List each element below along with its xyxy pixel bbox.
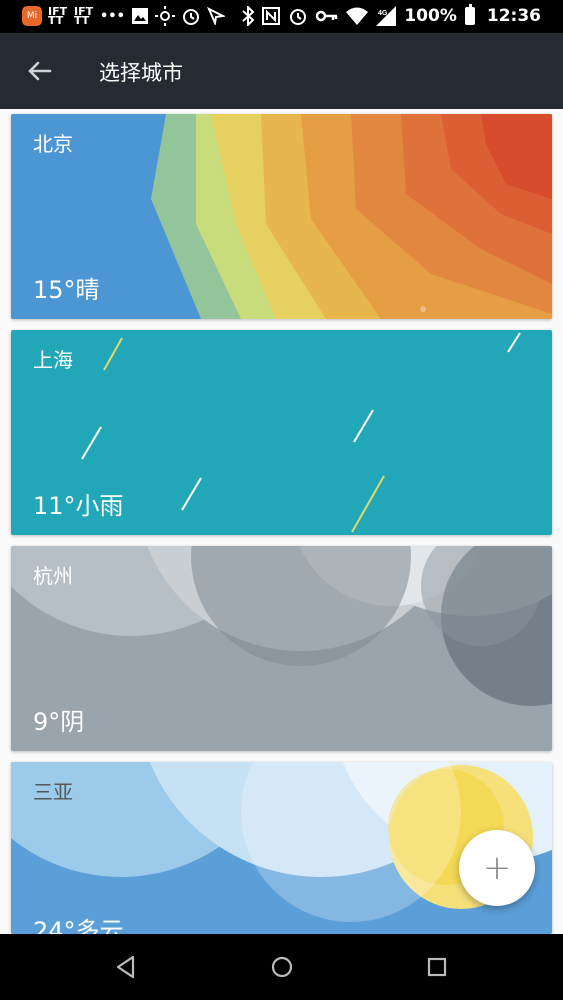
alarm-icon [290,9,307,25]
nfc-icon [262,7,281,25]
wifi-icon [346,7,369,25]
city-name: 杭州 [33,564,73,588]
add-city-button[interactable]: + [459,830,535,906]
city-card-beijing[interactable]: 北京 15°晴 [11,114,552,319]
key-icon [316,10,338,22]
ifttt-icon: IFT TT [74,5,94,27]
image-icon [131,8,148,24]
signal-icon: 4G [376,6,397,26]
more-icon: ••• [100,8,125,24]
alarm-icon [182,9,199,25]
brightness-icon [154,6,175,26]
back-triangle-icon[interactable] [113,954,139,980]
app-bar: 选择城市 [0,33,563,109]
add-icon: + [482,848,512,888]
page-title: 选择城市 [99,61,183,85]
city-name: 三亚 [33,780,73,804]
city-weather: 24°多云 [33,917,124,934]
mi-icon: Mi [22,6,42,26]
city-card-shanghai[interactable]: 上海 11°小雨 [11,330,552,535]
location-icon [206,7,225,25]
recents-square-icon[interactable] [424,954,450,980]
overcast-background [11,546,552,751]
city-name: 上海 [33,348,73,372]
city-name: 北京 [33,132,73,156]
arrow-back-icon[interactable] [24,55,56,87]
city-card-hangzhou[interactable]: 杭州 9°阴 [11,546,552,751]
bluetooth-icon [242,6,255,26]
status-left-icons: Mi IFT TT IFT TT ••• [22,5,225,27]
city-weather: 15°晴 [33,276,100,304]
battery-icon [464,4,475,25]
status-right-icons: 4G 100% 12:36 [242,4,541,27]
navigation-bar [0,934,563,1000]
city-weather: 11°小雨 [33,492,124,520]
battery-percent: 100% [404,6,457,26]
clock: 12:36 [486,6,541,26]
home-circle-icon[interactable] [269,954,295,980]
svg-text:4G: 4G [378,10,388,17]
city-weather: 9°阴 [33,708,85,736]
status-bar: Mi IFT TT IFT TT ••• 4G 100% 12:36 [0,0,563,33]
ifttt-icon: IFT TT [48,5,68,27]
